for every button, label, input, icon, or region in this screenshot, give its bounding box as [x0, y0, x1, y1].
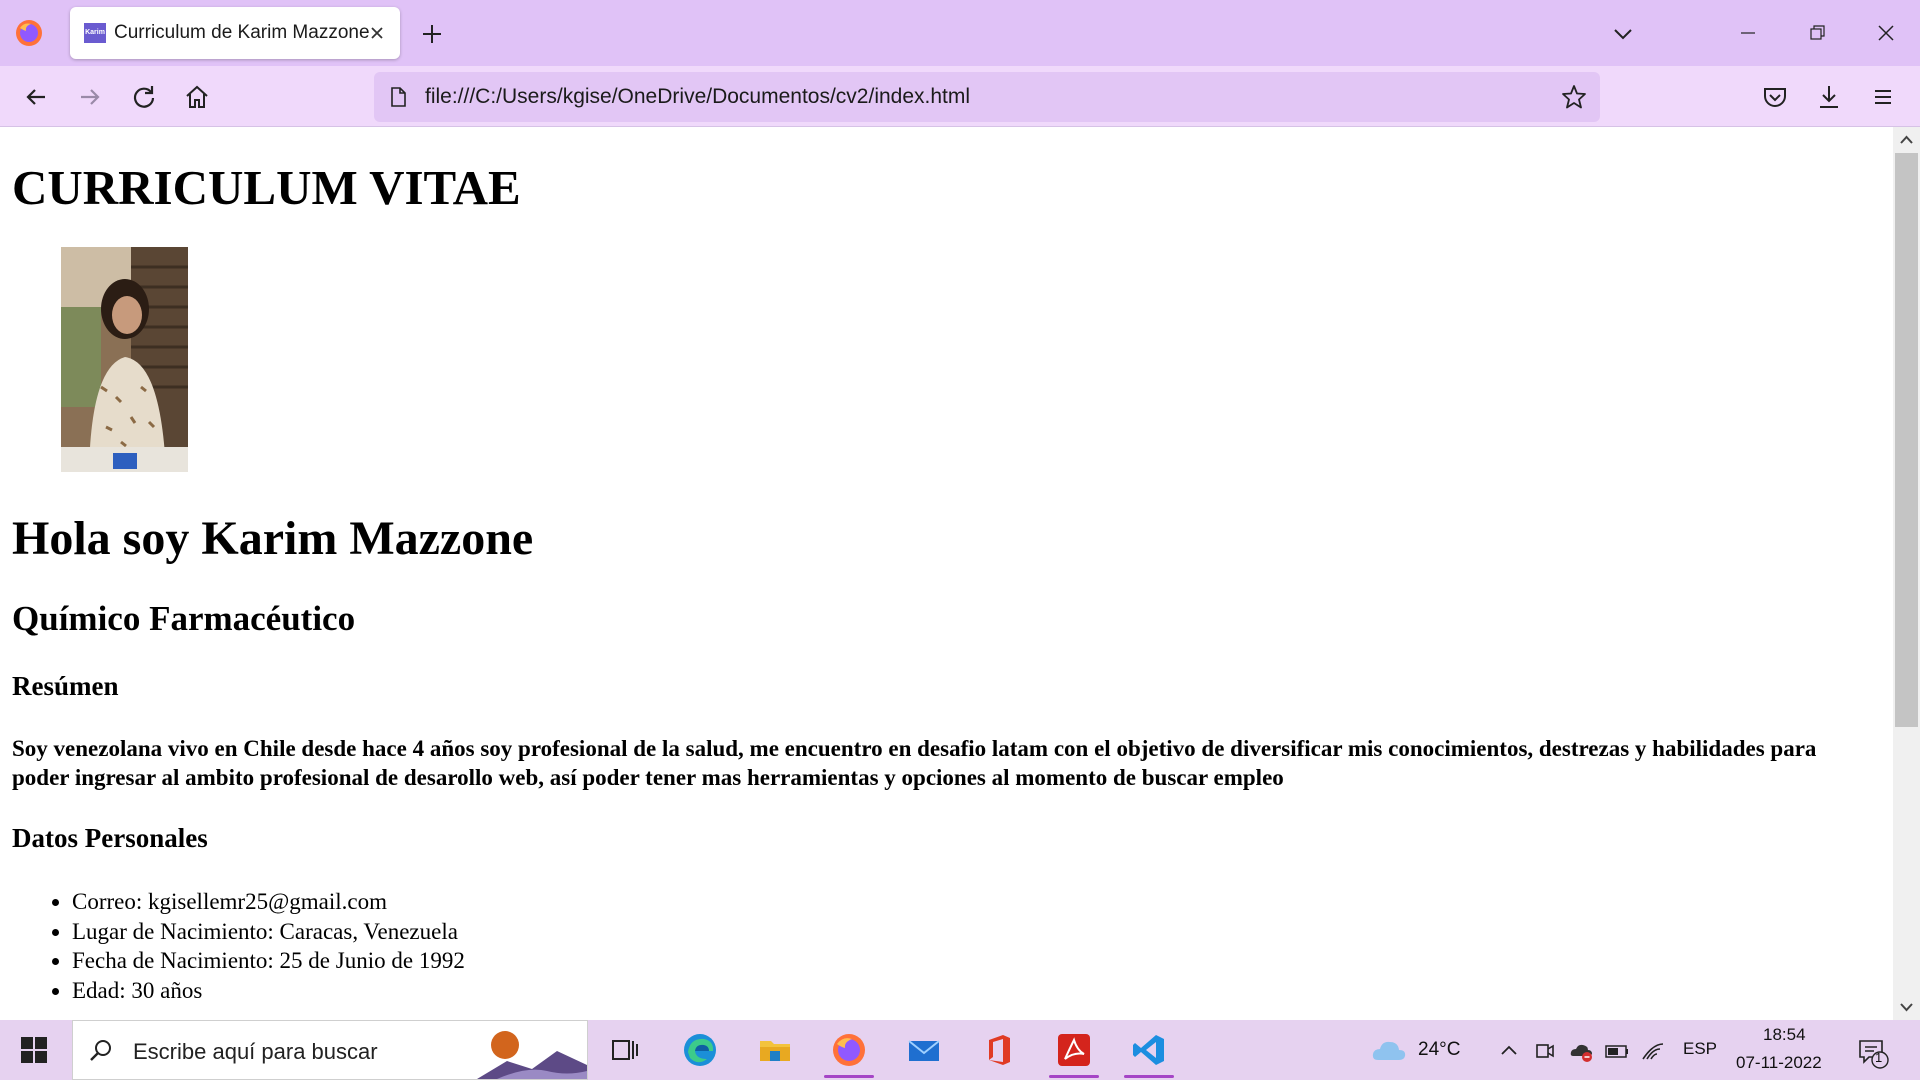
search-icon	[90, 1040, 111, 1061]
task-view-icon	[612, 1040, 638, 1060]
tab-curriculum[interactable]: Karim Curriculum de Karim Mazzone	[70, 7, 400, 59]
input-language[interactable]: ESP	[1683, 1039, 1717, 1059]
mail-icon	[908, 1040, 940, 1061]
task-view-button[interactable]	[594, 1020, 656, 1080]
bookmark-star-icon[interactable]	[1560, 83, 1588, 111]
address-bar[interactable]: file:///C:/Users/kgise/OneDrive/Document…	[374, 72, 1600, 122]
office-button[interactable]	[968, 1020, 1030, 1080]
windows-taskbar: Escribe aquí para buscar 24°C ESP 18:54 …	[0, 1020, 1920, 1080]
profession-heading: Químico Farmacéutico	[12, 599, 356, 638]
list-item-age: Edad: 30 años	[72, 976, 465, 1006]
personal-data-list: Correo: kgisellemr25@gmail.com Lugar de …	[72, 887, 465, 1005]
notifications-icon[interactable]	[1856, 1036, 1890, 1070]
summary-heading: Resúmen	[12, 671, 119, 701]
forward-icon[interactable]	[73, 80, 107, 114]
back-icon[interactable]	[19, 80, 53, 114]
office-icon	[989, 1035, 1010, 1065]
personal-data-heading: Datos Personales	[12, 823, 208, 853]
edge-button[interactable]	[669, 1020, 731, 1080]
firefox-taskbar-button[interactable]	[818, 1020, 880, 1080]
close-tab-icon[interactable]	[364, 20, 390, 46]
onedrive-icon[interactable]	[1568, 1038, 1594, 1064]
tab-title: Curriculum de Karim Mazzone	[114, 22, 370, 43]
hamburger-menu-icon[interactable]	[1866, 80, 1900, 114]
vscode-icon	[1133, 1035, 1164, 1065]
list-all-tabs-icon[interactable]	[1609, 20, 1637, 48]
weather-cloud-icon[interactable]	[1370, 1034, 1408, 1066]
clock-date[interactable]: 07-11-2022	[1736, 1053, 1822, 1073]
firefox-menu-icon[interactable]	[14, 18, 44, 48]
minimize-icon[interactable]	[1733, 18, 1763, 48]
edge-icon	[684, 1034, 716, 1066]
notification-count: 1	[1875, 1050, 1883, 1065]
url-text[interactable]: file:///C:/Users/kgise/OneDrive/Document…	[425, 85, 970, 109]
meet-now-icon[interactable]	[1532, 1038, 1558, 1064]
wifi-icon[interactable]	[1640, 1038, 1666, 1064]
file-explorer-button[interactable]	[744, 1020, 806, 1080]
folder-icon	[760, 1041, 790, 1061]
downloads-icon[interactable]	[1812, 80, 1846, 114]
show-hidden-icons-chevron-icon[interactable]	[1496, 1038, 1522, 1064]
windows-start-icon[interactable]	[20, 1036, 48, 1064]
summary-text: Soy venezolana vivo en Chile desde hace …	[12, 736, 1817, 790]
pocket-icon[interactable]	[1758, 80, 1792, 114]
navigation-toolbar: file:///C:/Users/kgise/OneDrive/Document…	[0, 66, 1920, 127]
home-icon[interactable]	[180, 80, 214, 114]
restore-icon[interactable]	[1802, 18, 1832, 48]
favicon: Karim	[84, 23, 106, 43]
weather-temperature[interactable]: 24°C	[1418, 1039, 1460, 1061]
list-item-email: Correo: kgisellemr25@gmail.com	[72, 887, 465, 917]
mail-button[interactable]	[893, 1020, 955, 1080]
scroll-down-icon[interactable]	[1893, 994, 1920, 1020]
browser-tab-bar: Karim Curriculum de Karim Mazzone	[0, 0, 1920, 66]
clock-time[interactable]: 18:54	[1763, 1025, 1806, 1045]
firefox-icon	[833, 1034, 865, 1066]
page-viewport: CURRICULUM VITAE Hola soy Karim Mazzone …	[0, 127, 1893, 1020]
vscode-button[interactable]	[1118, 1020, 1180, 1080]
close-window-icon[interactable]	[1871, 18, 1901, 48]
scrollbar-thumb[interactable]	[1895, 153, 1918, 727]
list-item-birthplace: Lugar de Nacimiento: Caracas, Venezuela	[72, 917, 465, 947]
search-highlight-image	[477, 1031, 587, 1079]
taskbar-search[interactable]: Escribe aquí para buscar	[72, 1020, 588, 1080]
profile-photo	[61, 247, 188, 472]
greeting-heading: Hola soy Karim Mazzone	[12, 512, 534, 565]
new-tab-icon[interactable]	[418, 20, 446, 48]
reload-icon[interactable]	[127, 80, 161, 114]
page-title: CURRICULUM VITAE	[12, 160, 521, 215]
acrobat-button[interactable]	[1043, 1020, 1105, 1080]
page-icon	[391, 87, 406, 107]
vertical-scrollbar[interactable]	[1893, 127, 1920, 1020]
scroll-up-icon[interactable]	[1893, 127, 1920, 153]
search-placeholder: Escribe aquí para buscar	[133, 1039, 378, 1064]
list-item-birthdate: Fecha de Nacimiento: 25 de Junio de 1992	[72, 946, 465, 976]
battery-icon[interactable]	[1604, 1038, 1630, 1064]
acrobat-icon	[1058, 1034, 1090, 1066]
